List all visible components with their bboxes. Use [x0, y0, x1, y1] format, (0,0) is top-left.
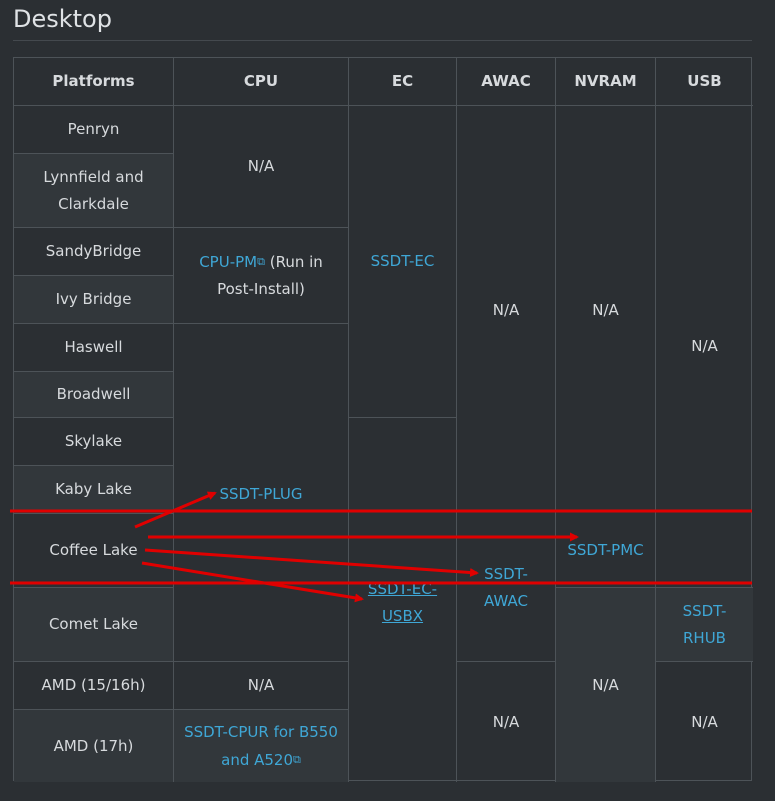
platform-sandybridge: SandyBridge	[14, 228, 174, 276]
header-awac: AWAC	[457, 58, 556, 106]
nvram-pmc-cell: SSDT-PMC	[556, 514, 656, 588]
platform-amd-15-16h: AMD (15/16h)	[14, 662, 174, 710]
ssdt-ec-usbx-link[interactable]: SSDT-EC-USBX	[355, 576, 450, 630]
ssdt-cpur-link[interactable]: SSDT-CPUR for B550 and A520	[184, 723, 338, 769]
header-nvram: NVRAM	[556, 58, 656, 106]
ec-ssdt-cell: SSDT-EC	[349, 106, 457, 418]
header-usb: USB	[656, 58, 753, 106]
platform-cometlake: Comet Lake	[14, 588, 174, 662]
ssdt-ec-link[interactable]: SSDT-EC	[371, 248, 435, 275]
title-divider	[13, 40, 752, 41]
nvram-na-cell: N/A	[556, 106, 656, 514]
platform-broadwell: Broadwell	[14, 372, 174, 418]
cpu-cpur-cell: SSDT-CPUR for B550 and A520⧉	[174, 710, 349, 782]
platform-amd-17h: AMD (17h)	[14, 710, 174, 782]
header-ec: EC	[349, 58, 457, 106]
ssdt-pmc-link[interactable]: SSDT-PMC	[567, 537, 643, 564]
platform-haswell: Haswell	[14, 324, 174, 372]
platform-skylake: Skylake	[14, 418, 174, 466]
nvram-na-cell-2: N/A	[556, 588, 656, 782]
platform-lynnfield: Lynnfield and Clarkdale	[14, 154, 174, 228]
usb-na-cell-2: N/A	[691, 712, 718, 731]
cpu-pm-link[interactable]: CPU-PM	[199, 253, 257, 271]
ssdt-plug-link[interactable]: SSDT-PLUG	[219, 481, 302, 508]
awac-na-cell: N/A	[457, 106, 556, 514]
page-title: Desktop	[13, 5, 112, 33]
cpu-na-cell: N/A	[174, 106, 349, 228]
cpu-plug-cell: SSDT-PLUG	[174, 324, 349, 514]
external-link-icon: ⧉	[257, 255, 265, 268]
ssdt-rhub-link[interactable]: SSDT-RHUB	[662, 598, 747, 652]
platform-penryn: Penryn	[14, 106, 174, 154]
header-cpu: CPU	[174, 58, 349, 106]
platform-coffeelake: Coffee Lake	[14, 514, 174, 588]
cpu-pm-cell: CPU-PM⧉ (Run in Post-Install)	[174, 228, 349, 324]
usb-na-cell: N/A	[656, 106, 753, 588]
platform-kabylake: Kaby Lake	[14, 466, 174, 514]
ssdt-awac-link[interactable]: SSDT-AWAC	[463, 561, 549, 615]
cpu-pm-text: CPU-PM⧉ (Run in Post-Install)	[180, 248, 342, 303]
awac-ssdt-cell: SSDT-AWAC	[457, 514, 556, 662]
external-link-icon: ⧉	[293, 752, 301, 766]
desktop-ssdt-table: Platforms CPU EC AWAC NVRAM USB Penryn L…	[13, 57, 753, 782]
cpu-amd15-cell: N/A	[174, 662, 349, 710]
platform-ivybridge: Ivy Bridge	[14, 276, 174, 324]
usb-rhub-cell: SSDT-RHUB	[656, 588, 753, 662]
header-platforms: Platforms	[14, 58, 174, 106]
awac-na-cell-2: N/A	[457, 662, 556, 782]
ec-usbx-cell: SSDT-EC-USBX	[349, 418, 457, 782]
cpu-plug-cell-lower	[174, 514, 349, 662]
